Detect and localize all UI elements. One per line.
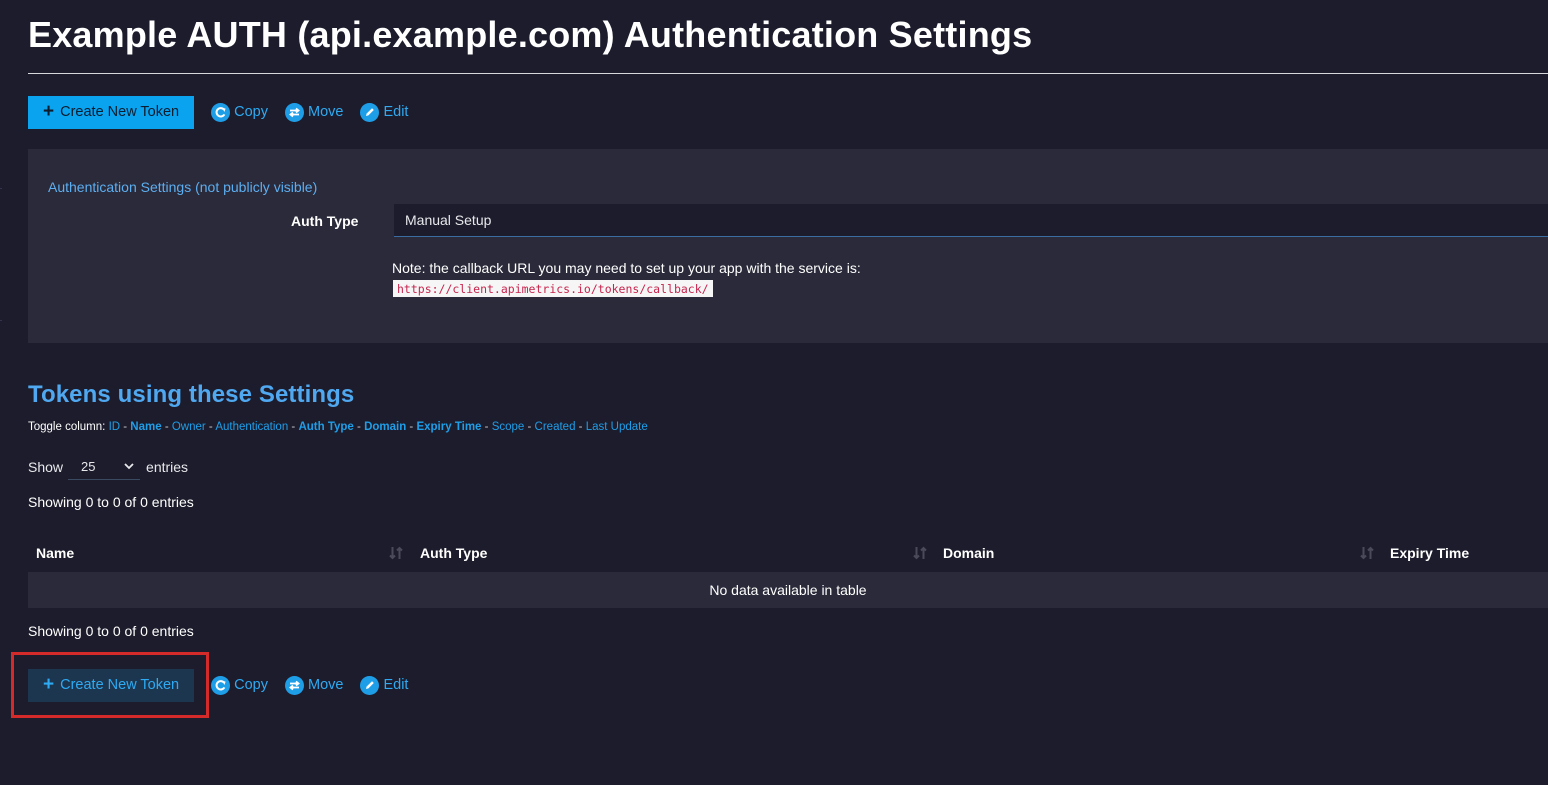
copy-button[interactable]: Copy <box>211 102 268 122</box>
column-header-domain[interactable]: Domain <box>943 545 994 561</box>
edit-label: Edit <box>383 104 409 120</box>
left-edge-marker <box>0 188 2 189</box>
highlight-box <box>11 652 209 718</box>
move-button[interactable]: Move <box>285 675 344 695</box>
edit-button[interactable]: Edit <box>360 675 409 695</box>
create-new-token-label: Create New Token <box>60 104 180 120</box>
copy-icon <box>211 675 231 695</box>
move-label: Move <box>308 677 344 693</box>
left-edge-marker <box>0 320 2 321</box>
column-header-expiry-time[interactable]: Expiry Time <box>1390 545 1469 561</box>
copy-icon <box>211 102 231 122</box>
edit-label: Edit <box>383 677 409 693</box>
sort-icon[interactable] <box>912 545 928 564</box>
toggle-separator: - <box>120 421 131 433</box>
move-label: Move <box>308 104 344 120</box>
toggle-column-link[interactable]: Last Update <box>586 421 648 433</box>
page-length-select[interactable]: 25 <box>68 454 141 480</box>
callback-url: https://client.apimetrics.io/tokens/call… <box>393 280 713 297</box>
tokens-table-header: Name Auth Type Domain Expiry Time <box>28 537 1548 571</box>
toggle-column-link[interactable]: Auth Type <box>298 421 353 433</box>
move-button[interactable]: Move <box>285 102 344 122</box>
callback-note: Note: the callback URL you may need to s… <box>392 260 861 276</box>
top-toolbar: + Create New Token Copy Move Edit <box>28 95 408 129</box>
auth-type-label: Auth Type <box>291 213 359 229</box>
edit-button[interactable]: Edit <box>360 102 409 122</box>
table-info-bottom: Showing 0 to 0 of 0 entries <box>28 623 194 639</box>
show-label: Show <box>28 459 64 475</box>
move-icon <box>285 675 304 695</box>
show-entries-control: Show 25 entries <box>28 454 188 480</box>
authentication-settings-panel: Authentication Settings (not publicly vi… <box>28 149 1548 343</box>
page-length-value: 25 <box>81 459 96 474</box>
toggle-separator: - <box>481 421 492 433</box>
panel-heading: Authentication Settings (not publicly vi… <box>48 179 318 195</box>
title-divider <box>28 73 1548 74</box>
toggle-separator: - <box>575 421 586 433</box>
toggle-column-link[interactable]: Authentication <box>215 421 288 433</box>
column-header-auth-type[interactable]: Auth Type <box>420 545 487 561</box>
toggle-separator: - <box>406 421 417 433</box>
chevron-down-icon <box>124 463 134 470</box>
auth-type-field: Manual Setup <box>394 204 1548 237</box>
move-icon <box>285 102 304 122</box>
toggle-separator: - <box>161 421 172 433</box>
table-empty-row: No data available in table <box>28 572 1548 608</box>
column-header-name[interactable]: Name <box>36 545 74 561</box>
toggle-column-link[interactable]: ID <box>109 421 121 433</box>
toggle-column-label: Toggle column: <box>28 421 106 433</box>
toggle-column-row: Toggle column: ID - Name - Owner - Authe… <box>28 421 648 433</box>
edit-icon <box>360 102 380 122</box>
copy-label: Copy <box>234 677 268 693</box>
toggle-column-link[interactable]: Scope <box>492 421 525 433</box>
table-info-top: Showing 0 to 0 of 0 entries <box>28 494 194 510</box>
sort-icon[interactable] <box>388 545 404 564</box>
toggle-column-link[interactable]: Expiry Time <box>416 421 481 433</box>
empty-table-message: No data available in table <box>709 582 867 598</box>
auth-type-value: Manual Setup <box>405 212 492 228</box>
plus-icon: + <box>43 100 55 122</box>
toggle-column-link[interactable]: Domain <box>364 421 406 433</box>
tokens-heading: Tokens using these Settings <box>28 381 355 408</box>
copy-label: Copy <box>234 104 268 120</box>
toggle-separator: - <box>524 421 535 433</box>
toggle-separator: - <box>288 421 299 433</box>
toggle-separator: - <box>353 421 365 433</box>
toggle-column-link[interactable]: Owner <box>172 421 206 433</box>
edit-icon <box>360 675 380 695</box>
sort-icon[interactable] <box>1359 545 1375 564</box>
toggle-separator: - <box>205 421 216 433</box>
create-new-token-button[interactable]: + Create New Token <box>28 95 195 129</box>
entries-label: entries <box>146 459 189 475</box>
toggle-column-link[interactable]: Name <box>130 421 161 433</box>
page-title: Example AUTH (api.example.com) Authentic… <box>28 14 1033 55</box>
copy-button[interactable]: Copy <box>211 675 268 695</box>
toggle-column-link[interactable]: Created <box>535 421 576 433</box>
